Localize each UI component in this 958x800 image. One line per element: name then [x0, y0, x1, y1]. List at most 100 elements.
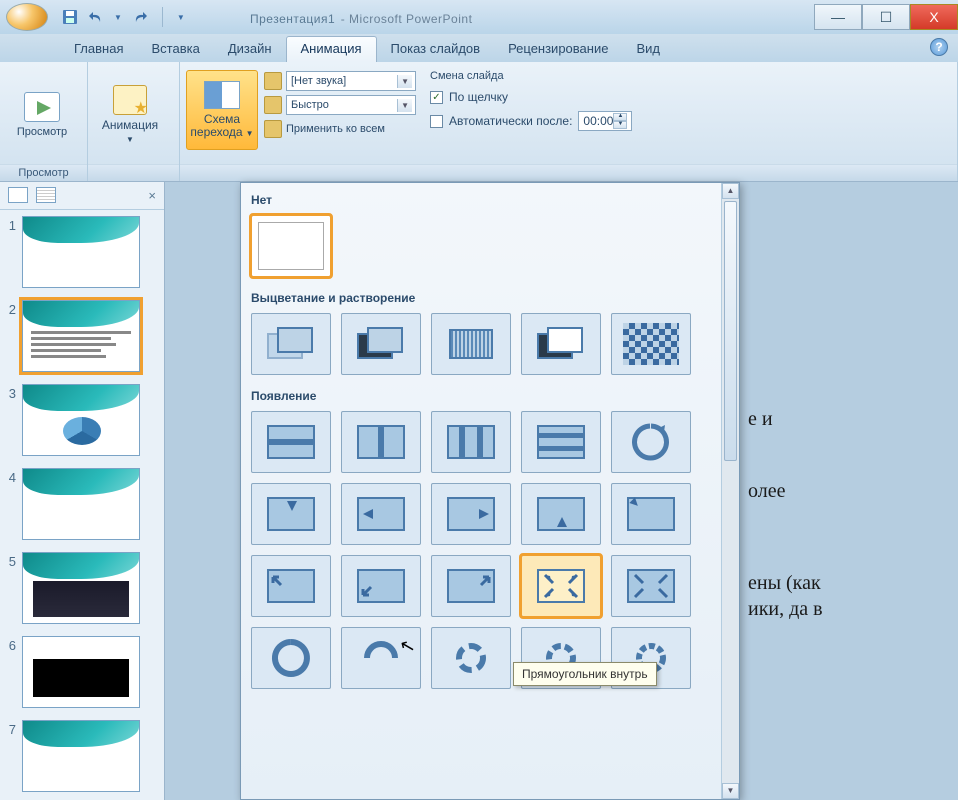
tab-design[interactable]: Дизайн [214, 37, 286, 62]
preview-button[interactable]: Просмотр [6, 75, 78, 155]
outline-tab-icon[interactable] [36, 187, 56, 203]
window-controls: — ☐ X [814, 4, 958, 30]
redo-icon[interactable] [132, 9, 148, 25]
transition-fade-5[interactable] [611, 313, 691, 375]
save-icon[interactable] [62, 9, 78, 25]
close-button[interactable]: X [910, 4, 958, 30]
transition-push-right[interactable] [431, 483, 511, 545]
transition-blinds-v[interactable] [341, 411, 421, 473]
transition-tooltip: Прямоугольник внутрь [513, 662, 657, 686]
undo-dropdown-icon[interactable]: ▼ [114, 13, 122, 22]
tab-insert[interactable]: Вставка [137, 37, 213, 62]
slide-thumbnails-panel: × 1 2 3 4 5 6 7 [0, 182, 165, 800]
help-icon[interactable]: ? [930, 38, 948, 56]
transition-box-out[interactable] [611, 555, 691, 617]
slide-thumb-6[interactable]: 6 [4, 636, 160, 708]
tab-home[interactable]: Главная [60, 37, 137, 62]
transition-gallery-dropdown: Нет Выцветание и растворение Появление [240, 182, 740, 800]
panel-close-icon[interactable]: × [148, 188, 156, 203]
transition-box-rightdown[interactable] [431, 555, 511, 617]
transition-sound-dropdown[interactable]: [Нет звука] [286, 71, 416, 91]
transition-push-down[interactable] [251, 483, 331, 545]
transition-box-leftdown[interactable] [251, 555, 331, 617]
slide-thumb-4[interactable]: 4 [4, 468, 160, 540]
transition-none[interactable] [251, 215, 331, 277]
speed-icon[interactable] [264, 96, 282, 114]
quick-access-toolbar: ▼ ▼ [62, 7, 185, 27]
panel-tabs: × [0, 182, 164, 210]
transition-cover-down[interactable] [611, 483, 691, 545]
transition-split-h-out[interactable] [431, 411, 511, 473]
transition-fade-3[interactable] [431, 313, 511, 375]
group-label-preview: Просмотр [0, 164, 87, 181]
gallery-section-fade: Выцветание и растворение [249, 285, 735, 309]
chevron-down-icon: ▼ [246, 129, 254, 138]
slide-body-text: олее [748, 480, 785, 503]
maximize-button[interactable]: ☐ [862, 4, 910, 30]
slide-thumb-3[interactable]: 3 [4, 384, 160, 456]
slides-tab-icon[interactable] [8, 187, 28, 203]
slide-thumb-5[interactable]: 5 [4, 552, 160, 624]
transition-fade-1[interactable] [251, 313, 331, 375]
transition-fade-2[interactable] [341, 313, 421, 375]
titlebar: ▼ ▼ Презентация1 - Microsoft PowerPoint … [0, 0, 958, 34]
gallery-scrollbar[interactable]: ▲ ▼ [721, 183, 739, 799]
undo-icon[interactable] [88, 9, 104, 25]
transition-circle[interactable] [611, 411, 691, 473]
scroll-up-icon[interactable]: ▲ [722, 183, 739, 199]
apply-all-icon[interactable] [264, 120, 282, 138]
advance-header: Смена слайда [430, 70, 632, 82]
workspace: × 1 2 3 4 5 6 7 е и олее ены (как ики, д… [0, 182, 958, 800]
slide-body-text: ены (как [748, 572, 821, 595]
tab-view[interactable]: Вид [622, 37, 674, 62]
slide-thumb-7[interactable]: 7 [4, 720, 160, 792]
tab-animation[interactable]: Анимация [286, 36, 377, 62]
transition-wheel-3[interactable] [431, 627, 511, 689]
transition-wheel-2[interactable] [341, 627, 421, 689]
transition-push-left[interactable] [341, 483, 421, 545]
sound-icon[interactable] [264, 72, 282, 90]
slide-body-text: е и [748, 408, 773, 431]
auto-after-label: Автоматически после: [449, 114, 572, 128]
transition-scheme-button[interactable]: Схема перехода ▼ [186, 70, 258, 150]
minimize-button[interactable]: — [814, 4, 862, 30]
transition-box-leftup[interactable] [341, 555, 421, 617]
slide-thumb-2[interactable]: 2 [4, 300, 160, 372]
time-spinner[interactable]: ▲▼ [613, 113, 627, 129]
transition-fade-4[interactable] [521, 313, 601, 375]
transition-blinds-h[interactable] [251, 411, 331, 473]
scrollbar-thumb[interactable] [724, 201, 737, 461]
transition-box-in[interactable] [521, 555, 601, 617]
window-title: Презентация1 - Microsoft PowerPoint [250, 7, 472, 28]
chevron-down-icon: ▼ [126, 135, 134, 144]
transition-scheme-icon [204, 81, 240, 109]
transition-speed-dropdown[interactable]: Быстро [286, 95, 416, 115]
app-name: Microsoft PowerPoint [349, 12, 472, 26]
slide-thumb-1[interactable]: 1 [4, 216, 160, 288]
transition-push-up[interactable] [521, 483, 601, 545]
tab-review[interactable]: Рецензирование [494, 37, 622, 62]
tab-slideshow[interactable]: Показ слайдов [377, 37, 495, 62]
document-name: Презентация1 [250, 12, 335, 26]
group-transition: Схема перехода ▼ [Нет звука] Быстро Прим… [180, 62, 958, 181]
slide-body-text: ики, да в [748, 598, 823, 621]
thumbnail-list[interactable]: 1 2 3 4 5 6 7 [0, 210, 164, 800]
gallery-section-none: Нет [249, 187, 735, 211]
group-animation: Анимация▼ [88, 62, 180, 181]
qat-customize-icon[interactable]: ▼ [177, 13, 185, 22]
scroll-down-icon[interactable]: ▼ [722, 783, 739, 799]
animation-star-icon [113, 85, 147, 115]
transition-split-v-out[interactable] [521, 411, 601, 473]
on-click-checkbox[interactable]: ✓ [430, 91, 443, 104]
apply-all-button[interactable]: Применить ко всем [286, 123, 385, 135]
auto-after-time-input[interactable]: 00:00 ▲▼ [578, 111, 632, 131]
transition-wheel-1[interactable] [251, 627, 331, 689]
animation-button[interactable]: Анимация▼ [94, 75, 166, 155]
transition-options: [Нет звука] Быстро Применить ко всем [264, 70, 416, 140]
auto-after-checkbox[interactable] [430, 115, 443, 128]
ribbon: Просмотр Просмотр Анимация▼ Схема перехо… [0, 62, 958, 182]
office-button[interactable] [6, 3, 48, 31]
ribbon-tabs: Главная Вставка Дизайн Анимация Показ сл… [0, 34, 958, 62]
group-preview: Просмотр Просмотр [0, 62, 88, 181]
preview-play-icon [24, 92, 60, 122]
